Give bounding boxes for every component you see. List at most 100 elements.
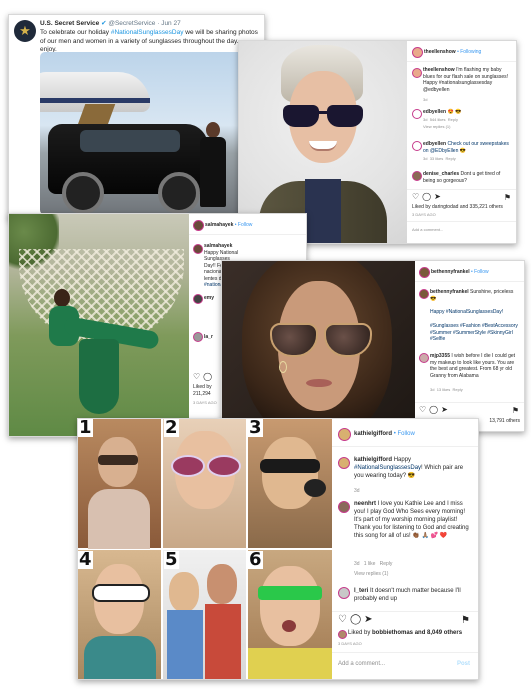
comment-mjp3355: mjp3355 I wish before I die I could get … (430, 353, 520, 379)
commenter-avatar[interactable] (419, 353, 429, 363)
caption-hashtag[interactable]: #NationalSunglassesDay (354, 465, 421, 471)
collage-photo-2 (163, 419, 246, 548)
kathie-follow-button[interactable]: • Follow (394, 431, 415, 437)
reply-button[interactable]: Reply (452, 387, 462, 392)
like-heart-icon[interactable]: ♡ (193, 372, 200, 381)
sunglasses-collage[interactable]: 1 2 3 4 5 6 (78, 419, 332, 679)
salma-liked-by[interactable]: Liked by (193, 384, 212, 391)
commenter-avatar[interactable] (412, 68, 422, 78)
ellen-liked-by[interactable]: Liked by daringtodad and 335,221 others (412, 204, 512, 211)
ellen-username[interactable]: theellenshow (424, 49, 456, 55)
comment-username[interactable]: edbyellen (423, 141, 446, 147)
comment-username[interactable]: denise_charles (423, 171, 459, 177)
commenter-avatar[interactable] (412, 171, 422, 181)
commenter-avatar[interactable] (419, 289, 429, 299)
comment-username[interactable]: edbyellen (423, 109, 446, 115)
comment-bubble-icon[interactable]: ◯ (422, 192, 431, 201)
share-arrow-icon[interactable]: ➤ (364, 614, 372, 625)
tweet-author-name[interactable]: U.S. Secret Service (40, 20, 99, 27)
like-heart-icon[interactable]: ♡ (412, 192, 419, 201)
save-bookmark-icon[interactable]: ⚑ (512, 406, 519, 415)
kathie-username[interactable]: kathielgifford (354, 431, 392, 437)
comment-username[interactable]: la_r (204, 334, 213, 341)
reply-button[interactable]: Reply (448, 117, 458, 122)
commenter-avatar[interactable] (193, 244, 203, 254)
commenter-avatar[interactable] (338, 457, 350, 469)
tweet-photo-agent-suv[interactable] (40, 52, 256, 215)
ellen-following-button[interactable]: • Following (457, 49, 481, 55)
agent-head (206, 122, 220, 138)
collage-number-6: 6 (248, 549, 263, 570)
bethenny-follow-button[interactable]: • Follow (471, 269, 489, 275)
save-bookmark-icon[interactable]: ⚑ (461, 615, 470, 626)
tweet-author-handle[interactable]: @SecretService (108, 20, 155, 27)
caption-text-start: Happy (393, 457, 412, 463)
bethenny-instagram-card: bethennyfrankel • Follow bethennyfrankel… (221, 260, 525, 432)
liked-by-count[interactable]: and 8,049 others (413, 630, 462, 636)
reply-button[interactable]: Reply (380, 561, 393, 567)
salma-avatar[interactable] (193, 220, 204, 231)
star-badge-icon: ★ (19, 23, 31, 38)
caption-hashtag[interactable]: Happy #NationalSunglassesDay! (430, 309, 520, 316)
tweet-date[interactable]: · Jun 27 (157, 20, 181, 27)
bethenny-likes-count[interactable]: 13,791 others (489, 418, 520, 425)
comment-bubble-icon[interactable]: ◯ (429, 405, 438, 414)
view-replies-button[interactable]: View replies (1) (354, 572, 388, 577)
salma-username[interactable]: salmahayek (205, 222, 233, 228)
comment-denise: denise_charles Dont u get tired of being… (423, 171, 511, 184)
caption-username[interactable]: salmahayek (204, 243, 232, 249)
bethenny-sunglasses (270, 323, 372, 357)
kathie-instagram-card: 1 2 3 4 5 6 kathielgifford • Follow kath… (77, 418, 479, 680)
comment-username[interactable]: mjp3355 (430, 353, 450, 359)
kathie-post-button[interactable]: Post (457, 661, 470, 667)
bethenny-selfie-photo[interactable] (222, 261, 415, 431)
comment-text: 😍 😎 (447, 109, 462, 115)
like-heart-icon[interactable]: ♡ (338, 614, 347, 625)
bethenny-username[interactable]: bethennyfrankel (431, 269, 470, 275)
caption-hashtags[interactable]: #Sunglasses #Fashion #BestAccessory #Sum… (430, 323, 520, 343)
caption-username[interactable]: theellenshow (423, 67, 455, 73)
kathie-avatar[interactable] (338, 428, 351, 441)
commenter-avatar[interactable] (338, 587, 350, 599)
comment-likes[interactable]: 544 likes (430, 117, 446, 122)
kathie-liked-by[interactable]: Liked by bobbiethomas and 8,049 others (348, 630, 462, 636)
like-heart-icon[interactable]: ♡ (419, 405, 426, 414)
suv-window (80, 130, 180, 152)
commenter-avatar[interactable] (338, 501, 350, 513)
reply-button[interactable]: Reply (445, 156, 455, 161)
kathie-add-comment-input[interactable]: Add a comment... (338, 661, 385, 667)
ellen-add-comment-input[interactable]: Add a comment... (412, 227, 443, 232)
comment-bubble-icon[interactable]: ◯ (350, 614, 361, 625)
comment-likes[interactable]: 33 likes (430, 156, 444, 161)
share-arrow-icon[interactable]: ➤ (441, 405, 448, 414)
liked-by-user[interactable]: bobbiethomas (372, 630, 413, 636)
commenter-avatar[interactable] (412, 141, 422, 151)
commenter-avatar[interactable] (193, 332, 203, 342)
comment-likes[interactable]: 1 like (364, 561, 376, 567)
caption-username[interactable]: kathielgifford (354, 457, 392, 463)
collage-photo-3 (248, 419, 332, 548)
view-replies-button[interactable]: View replies (1) (423, 124, 451, 129)
comment-bubble-icon[interactable]: ◯ (203, 372, 212, 381)
share-arrow-icon[interactable]: ➤ (434, 192, 441, 201)
comment-time: 3d (423, 117, 428, 122)
salma-likes-count[interactable]: 211,294 (193, 391, 211, 398)
comment-likes[interactable]: 13 likes (437, 387, 451, 392)
commenter-avatar[interactable] (412, 109, 422, 119)
salma-follow-button[interactable]: • Follow (235, 222, 253, 228)
liked-by-prefix: Liked by (348, 630, 373, 636)
salma-hammock-photo[interactable] (9, 214, 189, 436)
ellen-avatar[interactable] (412, 47, 423, 58)
comment-username[interactable]: emy (204, 295, 214, 302)
comment-username[interactable]: neenhrt (354, 501, 376, 507)
liked-by-avatar[interactable] (338, 630, 347, 639)
comment-l-teri: l_teri It doesn't much matter because I'… (354, 587, 472, 603)
commenter-avatar[interactable] (193, 294, 203, 304)
tweet-hashtag[interactable]: #NationalSunglassesDay (111, 29, 184, 36)
secret-service-avatar[interactable]: ★ (14, 20, 36, 42)
salma-action-bar: ♡ ◯ (193, 372, 215, 381)
bethenny-avatar[interactable] (419, 267, 430, 278)
save-bookmark-icon[interactable]: ⚑ (504, 193, 511, 202)
caption-username[interactable]: bethennyfrankel (430, 289, 469, 295)
comment-username[interactable]: l_teri (354, 588, 368, 594)
